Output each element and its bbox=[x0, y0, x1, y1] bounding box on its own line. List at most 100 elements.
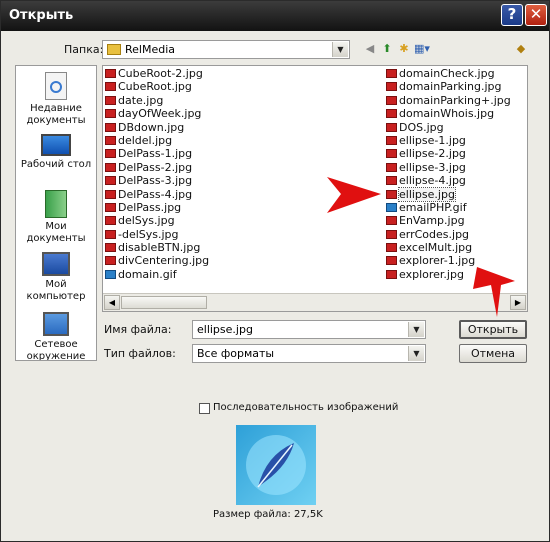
file-item[interactable]: delSys.jpg bbox=[104, 214, 209, 227]
file-column-2: domainCheck.jpg domainParking.jpg domainPa… bbox=[385, 67, 511, 281]
file-item[interactable]: -delSys.jpg bbox=[104, 228, 209, 241]
file-name: date.jpg bbox=[118, 93, 164, 107]
folder-icon bbox=[107, 44, 121, 55]
file-item[interactable]: deldel.jpg bbox=[104, 134, 209, 147]
jpg-file-icon bbox=[105, 149, 116, 159]
file-item[interactable]: ellipse-4.jpg bbox=[385, 174, 511, 187]
recent-documents-icon bbox=[45, 72, 67, 100]
file-item[interactable]: DelPass-4.jpg bbox=[104, 188, 209, 201]
file-name: domainParking+.jpg bbox=[399, 93, 511, 107]
file-name: ellipse-1.jpg bbox=[399, 133, 466, 147]
chevron-down-icon[interactable]: ▼ bbox=[408, 322, 424, 337]
up-folder-icon[interactable]: ⬆ bbox=[379, 41, 395, 57]
horizontal-scrollbar[interactable]: ◀ ▶ bbox=[103, 293, 527, 311]
title-bar[interactable]: Открыть ? ✕ bbox=[1, 1, 549, 31]
file-item[interactable]: domainParking.jpg bbox=[385, 80, 511, 93]
filename-input[interactable]: ellipse.jpg ▼ bbox=[192, 320, 426, 339]
jpg-file-icon bbox=[386, 149, 397, 159]
file-item[interactable]: dayOfWeek.jpg bbox=[104, 107, 209, 120]
place-desktop[interactable]: Рабочий стол bbox=[16, 134, 96, 171]
file-item[interactable]: CubeRoot-2.jpg bbox=[104, 67, 209, 80]
place-network[interactable]: Сетевое окружение bbox=[16, 312, 96, 361]
file-name: DBdown.jpg bbox=[118, 120, 185, 134]
file-name: ellipse.jpg bbox=[398, 186, 456, 202]
scrollbar-thumb[interactable] bbox=[121, 296, 207, 309]
chevron-down-icon[interactable]: ▼ bbox=[408, 346, 424, 361]
place-label: Рабочий стол bbox=[20, 159, 92, 170]
file-item[interactable]: excelMult.jpg bbox=[385, 241, 511, 254]
place-my-documents[interactable]: Мои документы bbox=[16, 190, 96, 245]
image-preview bbox=[236, 425, 316, 505]
folder-combo[interactable]: RelMedia ▼ bbox=[102, 40, 350, 59]
file-item[interactable]: DelPass-2.jpg bbox=[104, 161, 209, 174]
my-computer-icon bbox=[42, 252, 70, 276]
file-name: DelPass-1.jpg bbox=[118, 147, 193, 161]
filename-value: ellipse.jpg bbox=[197, 323, 253, 336]
annotation-arrow-right-icon bbox=[327, 177, 381, 213]
place-recent-documents[interactable]: Недавние документы bbox=[16, 72, 96, 127]
file-item[interactable]: emailPHP.gif bbox=[385, 201, 511, 214]
chevron-down-icon[interactable]: ▼ bbox=[332, 42, 348, 57]
jpg-file-icon bbox=[105, 202, 116, 212]
jpg-file-icon bbox=[386, 216, 397, 226]
sequence-checkbox[interactable] bbox=[199, 403, 210, 414]
file-item[interactable]: date.jpg bbox=[104, 94, 209, 107]
file-item[interactable]: ellipse-1.jpg bbox=[385, 134, 511, 147]
jpg-file-icon bbox=[105, 229, 116, 239]
filetype-value: Все форматы bbox=[197, 347, 275, 360]
cancel-button[interactable]: Отмена bbox=[459, 344, 527, 363]
back-icon[interactable]: ◀ bbox=[362, 41, 378, 57]
file-item[interactable]: explorer-1.jpg bbox=[385, 254, 511, 267]
jpg-file-icon bbox=[105, 135, 116, 145]
file-item[interactable]: disableBTN.jpg bbox=[104, 241, 209, 254]
file-item[interactable]: errCodes.jpg bbox=[385, 228, 511, 241]
file-name: dayOfWeek.jpg bbox=[118, 107, 202, 121]
file-name: deldel.jpg bbox=[118, 133, 173, 147]
file-item[interactable]: DBdown.jpg bbox=[104, 121, 209, 134]
view-menu-icon[interactable]: ▦▾ bbox=[412, 41, 432, 57]
file-name: domainParking.jpg bbox=[399, 80, 502, 94]
file-item[interactable]: ellipse-2.jpg bbox=[385, 147, 511, 160]
file-item[interactable]: DelPass-3.jpg bbox=[104, 174, 209, 187]
open-button[interactable]: Открыть bbox=[459, 320, 527, 339]
filetype-select[interactable]: Все форматы ▼ bbox=[192, 344, 426, 363]
file-list[interactable]: CubeRoot-2.jpg CubeRoot.jpg date.jpg dayOfW… bbox=[102, 65, 528, 312]
file-item[interactable]: DelPass.jpg bbox=[104, 201, 209, 214]
place-my-computer[interactable]: Мой компьютер bbox=[16, 252, 96, 303]
jpg-file-icon bbox=[386, 122, 397, 132]
jpg-file-icon bbox=[105, 256, 116, 266]
window-title: Открыть bbox=[9, 8, 74, 23]
file-item[interactable]: ellipse-3.jpg bbox=[385, 161, 511, 174]
file-name: DelPass-2.jpg bbox=[118, 160, 193, 174]
new-folder-icon[interactable]: ✱ bbox=[396, 41, 412, 57]
file-item[interactable]: DelPass-1.jpg bbox=[104, 147, 209, 160]
file-name: ellipse-3.jpg bbox=[399, 160, 466, 174]
filetype-label: Тип файлов: bbox=[104, 347, 176, 360]
close-button[interactable]: ✕ bbox=[525, 4, 547, 26]
file-size-text: Размер файла: 27,5K bbox=[213, 509, 323, 520]
annotation-arrow-down-icon bbox=[473, 267, 515, 317]
file-item[interactable]: domainParking+.jpg bbox=[385, 94, 511, 107]
file-item[interactable]: domain.gif bbox=[104, 268, 209, 281]
gif-file-icon bbox=[386, 202, 397, 212]
scroll-left-icon[interactable]: ◀ bbox=[104, 295, 120, 310]
jpg-file-icon bbox=[386, 162, 397, 172]
jpg-file-icon bbox=[386, 82, 397, 92]
file-item[interactable]: domainWhois.jpg bbox=[385, 107, 511, 120]
help-button[interactable]: ? bbox=[501, 4, 523, 26]
favorites-folder-icon[interactable]: ◆ bbox=[513, 41, 529, 57]
file-name: delSys.jpg bbox=[118, 214, 175, 228]
file-name: domainWhois.jpg bbox=[399, 107, 495, 121]
file-item[interactable]: CubeRoot.jpg bbox=[104, 80, 209, 93]
file-item[interactable]: DOS.jpg bbox=[385, 121, 511, 134]
place-label: Сетевое окружение bbox=[26, 339, 86, 361]
file-item[interactable]: domainCheck.jpg bbox=[385, 67, 511, 80]
file-item[interactable]: divCentering.jpg bbox=[104, 254, 209, 267]
file-name: ellipse-4.jpg bbox=[399, 174, 466, 188]
jpg-file-icon bbox=[386, 135, 397, 145]
sequence-checkbox-label: Последовательность изображений bbox=[213, 402, 399, 413]
file-name: CubeRoot.jpg bbox=[118, 80, 192, 94]
jpg-file-icon bbox=[386, 176, 397, 186]
file-item[interactable]: EnVamp.jpg bbox=[385, 214, 511, 227]
file-item[interactable]: ellipse.jpg bbox=[385, 186, 511, 202]
